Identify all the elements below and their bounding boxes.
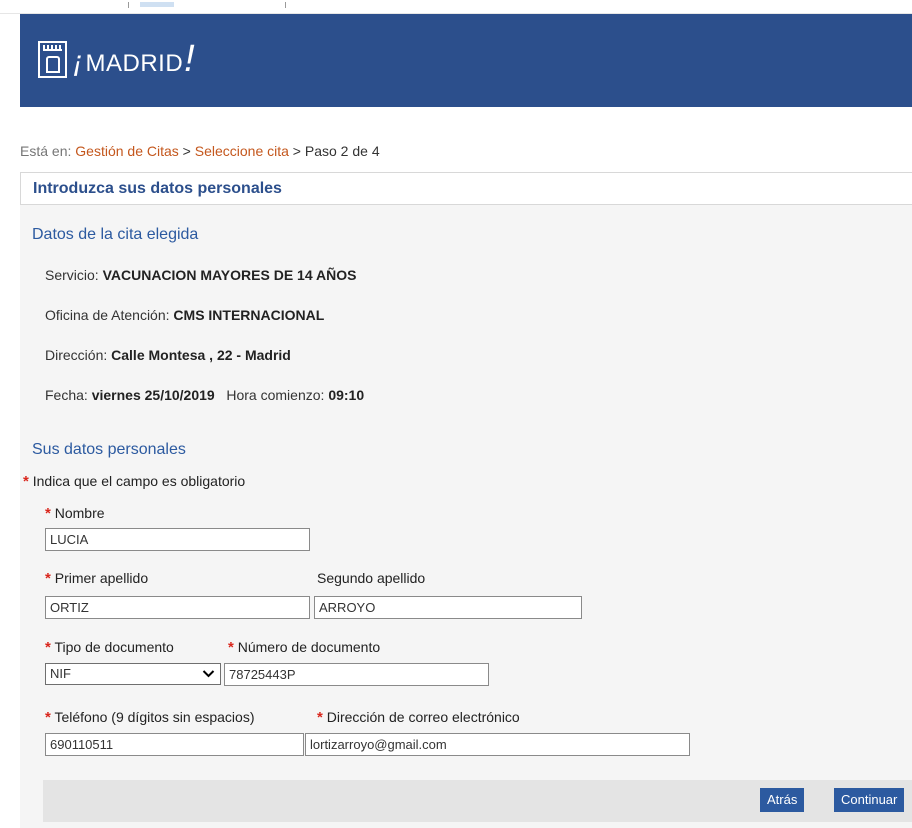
time-value: 09:10 xyxy=(328,387,365,403)
required-asterisk-icon: * xyxy=(23,473,29,490)
breadcrumb-link-gestion-citas[interactable]: Gestión de Citas xyxy=(75,143,179,159)
primer-apellido-label-text: Primer apellido xyxy=(54,570,149,586)
action-bar: Atrás Continuar xyxy=(43,780,912,822)
tipo-documento-label: * Tipo de documento xyxy=(45,639,174,656)
site-header: ¡ MADRID ! xyxy=(20,14,912,107)
office-row: Oficina de Atención: CMS INTERNACIONAL xyxy=(45,307,324,323)
numero-documento-input[interactable]: 78725443P xyxy=(224,663,489,686)
personal-section-title: Sus datos personales xyxy=(32,441,186,458)
breadcrumb-link-seleccione-cita[interactable]: Seleccione cita xyxy=(195,143,289,159)
required-asterisk-icon: * xyxy=(45,505,51,522)
office-label: Oficina de Atención: xyxy=(45,307,170,323)
chevron-down-icon xyxy=(202,664,215,690)
address-label: Dirección: xyxy=(45,347,108,363)
breadcrumb-separator: > xyxy=(182,143,191,159)
nombre-label-text: Nombre xyxy=(54,505,105,521)
required-note-text: Indica que el campo es obligatorio xyxy=(32,473,246,489)
required-asterisk-icon: * xyxy=(45,570,51,587)
logo-wordmark: ¡ MADRID ! xyxy=(73,40,195,79)
back-button[interactable]: Atrás xyxy=(760,788,805,812)
nombre-input[interactable]: LUCIA xyxy=(45,528,310,551)
appointment-section-title: Datos de la cita elegida xyxy=(32,226,199,243)
page-title: Introduzca sus datos personales xyxy=(33,180,282,197)
service-row: Servicio: VACUNACION MAYORES DE 14 AÑOS xyxy=(45,267,356,283)
office-value: CMS INTERNACIONAL xyxy=(173,307,325,323)
email-label-text: Dirección de correo electrónico xyxy=(326,709,520,725)
telefono-label-text: Teléfono (9 dígitos sin espacios) xyxy=(54,709,255,725)
address-row: Dirección: Calle Montesa , 22 - Madrid xyxy=(45,347,291,363)
email-input[interactable]: lortizarroyo@gmail.com xyxy=(305,733,690,756)
time-label: Hora comienzo: xyxy=(226,387,325,403)
continue-button[interactable]: Continuar xyxy=(834,788,905,812)
tipo-documento-label-text: Tipo de documento xyxy=(54,639,174,655)
required-note: * Indica que el campo es obligatorio xyxy=(23,473,245,490)
tipo-documento-selected-value: NIF xyxy=(50,666,71,681)
telefono-label: * Teléfono (9 dígitos sin espacios) xyxy=(45,709,254,726)
required-asterisk-icon: * xyxy=(228,639,234,656)
service-label: Servicio: xyxy=(45,267,99,283)
tipo-documento-select[interactable]: NIF xyxy=(45,663,221,685)
breadcrumb-prefix: Está en: xyxy=(20,143,72,159)
required-asterisk-icon: * xyxy=(45,709,51,726)
strip-tick xyxy=(285,2,286,8)
segundo-apellido-label: Segundo apellido xyxy=(317,570,426,586)
date-value: viernes 25/10/2019 xyxy=(91,387,215,403)
numero-documento-label-text: Número de documento xyxy=(237,639,381,655)
required-asterisk-icon: * xyxy=(45,639,51,656)
address-value: Calle Montesa , 22 - Madrid xyxy=(111,347,291,363)
browser-top-strip xyxy=(0,0,912,14)
breadcrumb-separator: > xyxy=(292,143,301,159)
primer-apellido-input[interactable]: ORTIZ xyxy=(45,596,310,619)
date-row: Fecha: viernes 25/10/2019 Hora comienzo:… xyxy=(45,387,364,403)
page-title-bar: Introduzca sus datos personales xyxy=(20,172,912,205)
segundo-apellido-input[interactable]: ARROYO xyxy=(314,596,582,619)
date-label: Fecha: xyxy=(45,387,88,403)
service-value: VACUNACION MAYORES DE 14 AÑOS xyxy=(102,267,357,283)
numero-documento-label: * Número de documento xyxy=(228,639,380,656)
primer-apellido-label: * Primer apellido xyxy=(45,570,148,587)
email-label: * Dirección de correo electrónico xyxy=(317,709,520,726)
required-asterisk-icon: * xyxy=(317,709,323,726)
breadcrumb: Está en: Gestión de Citas > Seleccione c… xyxy=(20,143,380,159)
logo-close-exclamation: ! xyxy=(184,37,196,80)
logo-text: MADRID xyxy=(85,49,184,77)
strip-tab-fragment xyxy=(140,2,174,7)
nombre-label: * Nombre xyxy=(45,505,105,522)
madrid-logo[interactable]: ¡ MADRID ! xyxy=(38,24,195,94)
strip-tick xyxy=(128,2,129,8)
telefono-input[interactable]: 690110511 xyxy=(45,733,304,756)
breadcrumb-current: Paso 2 de 4 xyxy=(304,143,380,159)
logo-open-exclamation: ¡ xyxy=(73,44,84,78)
madrid-coat-of-arms-icon xyxy=(38,40,67,78)
form-panel: Introduzca sus datos personales Datos de… xyxy=(20,172,912,828)
